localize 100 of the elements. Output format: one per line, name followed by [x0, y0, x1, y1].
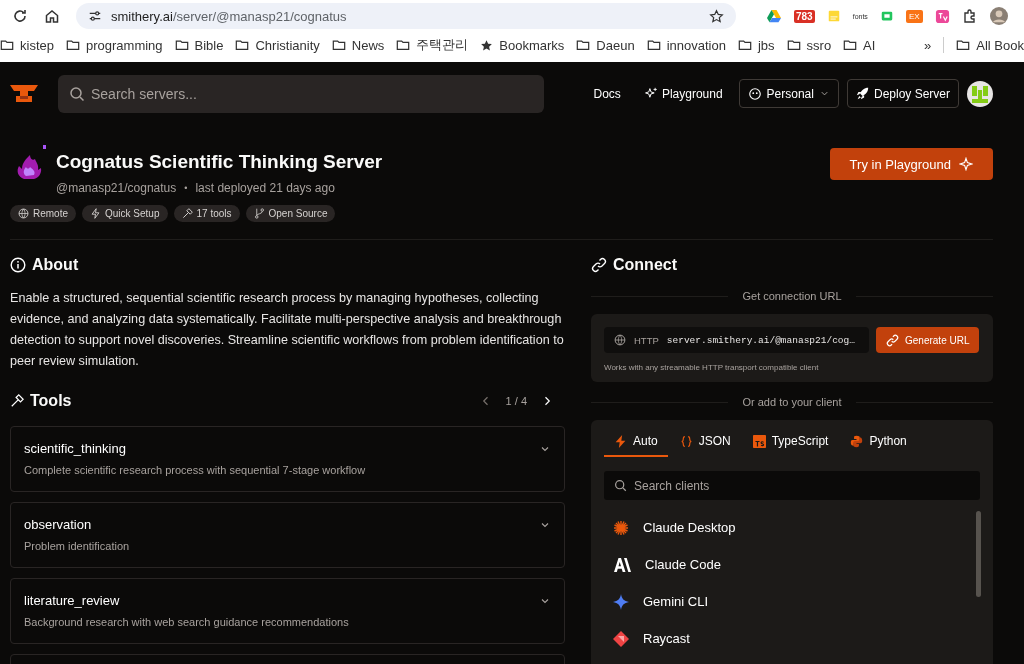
bookmarks-overflow[interactable]: »	[924, 37, 932, 53]
address-bar[interactable]: smithery.ai/server/@manasp21/cognatus	[76, 3, 736, 29]
lightning-icon	[90, 208, 101, 219]
four-point-star-icon	[613, 593, 629, 610]
deploy-time: last deployed 21 days ago	[195, 181, 335, 195]
sparkle-icon	[959, 157, 973, 171]
bookmark-item[interactable]: innovation	[646, 37, 726, 53]
about-text: Enable a structured, sequential scientific research process by managing hypotheses, collecting evidence, and analyzing data systematically. Facilitate multi-perspective analysis and breakthrough detection to support novel discoveries. Streamline scientific workflows from problem identification to peer review simulation.	[10, 290, 565, 370]
folder-icon	[396, 38, 411, 52]
tool-description: Background research with web search guidance recommendations	[24, 616, 350, 628]
typescript-icon	[752, 434, 766, 448]
client-search-field[interactable]: Search clients	[604, 471, 980, 500]
site-settings-icon[interactable]	[88, 9, 102, 23]
workspace-dropdown[interactable]: Personal	[738, 79, 839, 108]
bookmark-item[interactable]: jbs	[737, 37, 775, 53]
search-field[interactable]: Search servers...	[58, 74, 544, 113]
client-tab[interactable]: Auto	[604, 430, 668, 457]
link-icon	[591, 257, 607, 273]
profile-avatar[interactable]	[989, 7, 1008, 25]
server-handle: @manasp21/cognatus	[56, 181, 177, 195]
url-field[interactable]: HTTP server.smithery.ai/@manasp21/cog…	[604, 327, 869, 353]
folder-icon	[843, 38, 858, 52]
tool-card[interactable]: observation Problem identification	[10, 502, 565, 568]
tool-description: Complete scientific research process with sequential 7-stage workflow	[24, 464, 367, 476]
client-item[interactable]: Claude Code	[604, 546, 980, 583]
globe-icon	[614, 334, 626, 346]
star-icon	[480, 38, 494, 52]
globe-icon	[18, 208, 29, 219]
client-tab[interactable]: JSON	[669, 430, 741, 457]
translate-icon[interactable]	[934, 8, 950, 24]
feature-tag: 17 tools	[173, 205, 240, 222]
info-icon	[10, 257, 26, 273]
bookmark-item[interactable]: 주택관리	[396, 36, 469, 54]
bookmark-item[interactable]: Bookmarks	[480, 37, 565, 53]
sparkle-icon	[644, 87, 658, 100]
folder-icon	[235, 38, 250, 52]
link-icon	[886, 333, 899, 347]
user-avatar[interactable]	[967, 80, 993, 107]
folder-icon	[956, 38, 971, 52]
bookmark-item[interactable]: News	[331, 37, 385, 53]
client-item[interactable]: Claude Desktop	[604, 509, 980, 546]
extension-badge[interactable]: 783	[794, 9, 815, 23]
client-item[interactable]: Gemini CLI	[604, 583, 980, 620]
section-label: Or add to your client	[742, 396, 842, 408]
bookmark-item[interactable]: All Book	[956, 37, 1024, 53]
url-text: smithery.ai/server/@manasp21/cognatus	[111, 8, 348, 24]
bookmark-item[interactable]: Christianity	[235, 37, 320, 53]
bookmark-item[interactable]: AI	[843, 37, 876, 53]
home-icon[interactable]	[44, 8, 60, 24]
client-item[interactable]: Raycast	[604, 620, 980, 657]
generate-url-button[interactable]: Generate URL	[876, 327, 980, 353]
feature-tag: Remote	[10, 205, 76, 222]
hammer-icon	[181, 208, 193, 219]
nav-link[interactable]: Docs	[585, 86, 629, 101]
braces-icon	[679, 434, 693, 448]
folder-icon	[65, 38, 80, 52]
bookmark-item[interactable]: ssro	[786, 37, 832, 53]
reload-icon[interactable]	[12, 8, 28, 24]
tool-name: observation	[24, 517, 92, 532]
about-heading: About	[32, 256, 79, 274]
connect-heading: Connect	[613, 256, 677, 274]
rocket-icon	[855, 87, 869, 100]
server-title: Cognatus Scientific Thinking Server	[56, 151, 383, 173]
nav-link[interactable]: Playground	[636, 86, 731, 101]
tool-name: literature_review	[24, 593, 120, 608]
page-indicator: 1 / 4	[505, 395, 527, 407]
folder-icon	[331, 38, 346, 52]
search-icon	[69, 85, 85, 102]
compatibility-note: Works with any streamable HTTP transport compatible client	[604, 363, 820, 372]
hammer-icon	[10, 394, 24, 408]
star-icon[interactable]	[709, 8, 724, 24]
extensions-icon[interactable]	[961, 8, 978, 24]
tool-card[interactable]: literature_review Background research with web search guidance recommendations	[10, 578, 565, 644]
folder-icon	[646, 38, 661, 52]
triangle-icon[interactable]	[766, 8, 782, 24]
lightning-icon	[614, 434, 627, 448]
tools-heading: Tools	[30, 392, 72, 410]
folder-icon	[786, 38, 801, 52]
tool-name: scientific_thinking	[24, 441, 126, 456]
client-tab[interactable]: Python	[840, 430, 917, 457]
bookmark-item[interactable]: programming	[65, 37, 163, 53]
search-icon	[614, 479, 627, 492]
tool-card[interactable]: scientific_thinking Complete scientific research process with sequential 7-stage workflow	[10, 426, 565, 492]
try-in-playground-button[interactable]: Try in Playground	[829, 148, 993, 180]
diamond-icon	[613, 630, 629, 647]
bookmark-item[interactable]: Bible	[174, 37, 224, 53]
folder-icon	[174, 38, 189, 52]
separator-dot: •	[184, 183, 188, 193]
branch-icon	[253, 208, 265, 219]
anvil-logo[interactable]	[10, 83, 38, 104]
deploy-button[interactable]: Deploy Server	[846, 79, 959, 108]
bookmark-item[interactable]: kistep	[0, 37, 54, 53]
folder-icon	[0, 38, 14, 52]
flame-icon	[16, 145, 46, 179]
folder-icon	[737, 38, 752, 52]
bookmark-item[interactable]: Daeun	[576, 37, 635, 53]
python-icon	[850, 434, 864, 448]
tool-description: Problem identification	[24, 540, 131, 552]
client-tab[interactable]: TypeScript	[742, 430, 839, 457]
feature-tag: Quick Setup	[82, 205, 168, 222]
